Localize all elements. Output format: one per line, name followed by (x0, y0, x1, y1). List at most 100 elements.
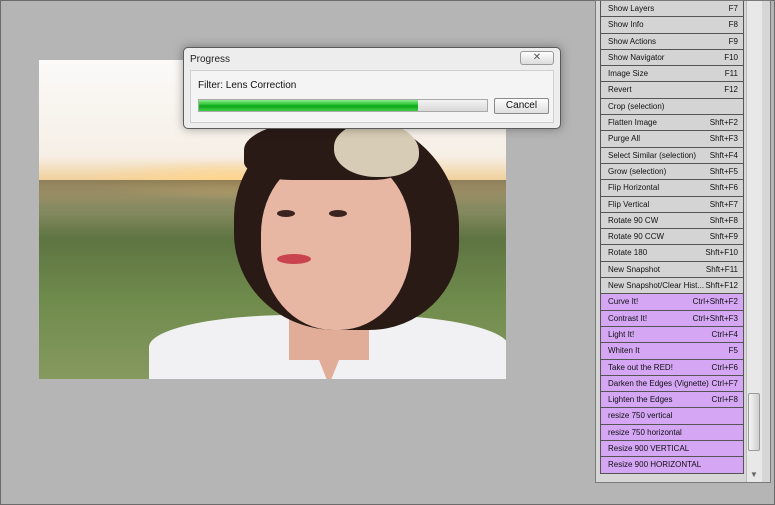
action-item[interactable]: Darken the Edges (Vignette) Ctrl+F7 (600, 375, 744, 393)
progress-message: Filter: Lens Correction (198, 80, 297, 91)
action-shortcut: Shft+F7 (709, 199, 738, 209)
action-item[interactable]: Curve It! Ctrl+Shft+F2 (600, 294, 744, 311)
action-item[interactable]: Flip Horizontal Shft+F6 (600, 180, 744, 197)
action-item[interactable]: Rotate 90 CW Shft+F8 (600, 212, 744, 230)
actions-panel: Show Layers F7 Show Info F8 Show Actions F9 Sh… (595, 0, 771, 483)
progress-dialog: Progress ✕ Filter: Lens Correction Cance… (183, 47, 561, 129)
action-item[interactable]: Resize 900 VERTICAL (600, 441, 744, 458)
action-label: Curve It! (608, 297, 639, 307)
dialog-body: Filter: Lens Correction Cancel (190, 70, 554, 123)
action-label: Show Navigator (608, 52, 665, 62)
action-item[interactable]: Take out the RED! Ctrl+F6 (600, 359, 744, 376)
action-label: Flip Horizontal (608, 183, 660, 193)
action-shortcut: Shft+F9 (709, 232, 738, 242)
progress-bar (198, 99, 488, 112)
action-label: Image Size (608, 69, 649, 79)
scroll-down-arrow-icon[interactable]: ▼ (746, 468, 762, 482)
action-shortcut: Ctrl+Shft+F3 (692, 313, 738, 323)
action-item[interactable]: Show Actions F9 (600, 33, 744, 50)
photo-right-eye (329, 210, 347, 217)
actions-list: Show Layers F7 Show Info F8 Show Actions F9 Sh… (600, 1, 744, 474)
action-shortcut: F12 (724, 85, 738, 95)
action-label: Take out the RED! (608, 362, 673, 372)
action-shortcut: Shft+F12 (705, 281, 738, 291)
action-item[interactable]: Contrast It! Ctrl+Shft+F3 (600, 310, 744, 327)
photo-hair-flower (334, 122, 419, 177)
action-shortcut: Shft+F4 (709, 150, 738, 160)
action-item[interactable]: Grow (selection) Shft+F5 (600, 163, 744, 181)
action-shortcut: Shft+F10 (705, 248, 738, 258)
action-label: Show Info (608, 20, 644, 30)
action-label: Flatten Image (608, 118, 657, 128)
action-item[interactable]: Crop (selection) (600, 98, 744, 116)
action-item[interactable]: Revert F12 (600, 82, 744, 99)
action-label: resize 750 vertical (608, 411, 673, 421)
action-shortcut: Shft+F5 (709, 166, 738, 176)
action-label: Flip Vertical (608, 199, 650, 209)
close-button[interactable]: ✕ (520, 51, 554, 65)
action-item[interactable]: New Snapshot Shft+F11 (600, 261, 744, 279)
action-item[interactable]: Select Similar (selection) Shft+F4 (600, 147, 744, 164)
action-item[interactable]: resize 750 horizontal (600, 424, 744, 442)
action-label: Light It! (608, 329, 635, 339)
action-label: Crop (selection) (608, 101, 665, 111)
action-item[interactable]: Show Navigator F10 (600, 49, 744, 67)
action-item[interactable]: Rotate 90 CCW Shft+F9 (600, 229, 744, 246)
action-label: Revert (608, 85, 632, 95)
action-label: Purge All (608, 134, 641, 144)
action-label: Whiten It (608, 346, 640, 356)
action-label: Lighten the Edges (608, 395, 673, 405)
action-item[interactable]: Light It! Ctrl+F4 (600, 326, 744, 344)
action-shortcut: Ctrl+F4 (711, 329, 738, 339)
close-icon: ✕ (532, 52, 542, 63)
action-label: Show Actions (608, 36, 657, 46)
action-item[interactable]: Show Layers F7 (600, 1, 744, 18)
action-item[interactable]: Flatten Image Shft+F2 (600, 115, 744, 132)
action-label: Rotate 90 CW (608, 215, 659, 225)
action-item[interactable]: Show Info F8 (600, 17, 744, 34)
action-item[interactable]: Image Size F11 (600, 66, 744, 83)
action-item[interactable]: Rotate 180 Shft+F10 (600, 245, 744, 262)
action-shortcut: Ctrl+F7 (711, 378, 738, 388)
cancel-button[interactable]: Cancel (494, 98, 549, 114)
action-label: Rotate 90 CCW (608, 232, 665, 242)
action-shortcut: Shft+F2 (709, 118, 738, 128)
action-shortcut: F5 (728, 346, 738, 356)
action-shortcut: Shft+F8 (709, 215, 738, 225)
action-item[interactable]: Lighten the Edges Ctrl+F8 (600, 392, 744, 409)
action-label: Contrast It! (608, 313, 648, 323)
action-label: Resize 900 VERTICAL (608, 444, 690, 454)
action-shortcut: Shft+F11 (705, 264, 738, 274)
action-shortcut: F7 (728, 4, 738, 13)
photo-face (261, 155, 411, 330)
actions-scrollbar-thumb[interactable] (748, 393, 760, 451)
action-shortcut: F10 (724, 52, 738, 62)
action-shortcut: Shft+F3 (709, 134, 738, 144)
action-label: Resize 900 HORIZONTAL (608, 460, 702, 470)
action-shortcut: F11 (724, 69, 738, 79)
action-shortcut: F8 (728, 20, 738, 30)
photo-left-eye (277, 210, 295, 217)
action-label: Show Layers (608, 4, 655, 13)
action-label: resize 750 horizontal (608, 427, 682, 437)
action-label: Darken the Edges (Vignette) (608, 378, 709, 388)
dialog-title: Progress (190, 54, 231, 65)
action-label: Rotate 180 (608, 248, 648, 258)
action-label: New Snapshot/Clear Hist... (608, 281, 705, 291)
progress-bar-fill (199, 100, 418, 111)
action-label: New Snapshot (608, 264, 661, 274)
action-shortcut: Ctrl+Shft+F2 (692, 297, 738, 307)
action-shortcut: Shft+F6 (709, 183, 738, 193)
action-shortcut: Ctrl+F8 (711, 395, 738, 405)
action-label: Select Similar (selection) (608, 150, 697, 160)
action-item[interactable]: Flip Vertical Shft+F7 (600, 196, 744, 213)
action-item[interactable]: resize 750 vertical (600, 408, 744, 425)
action-item[interactable]: Resize 900 HORIZONTAL (600, 457, 744, 474)
action-item[interactable]: New Snapshot/Clear Hist... Shft+F12 (600, 278, 744, 295)
action-shortcut: Ctrl+F6 (711, 362, 738, 372)
action-shortcut: F9 (728, 36, 738, 46)
action-label: Grow (selection) (608, 166, 667, 176)
photo-lips (277, 254, 311, 264)
action-item[interactable]: Purge All Shft+F3 (600, 131, 744, 148)
action-item[interactable]: Whiten It F5 (600, 343, 744, 360)
